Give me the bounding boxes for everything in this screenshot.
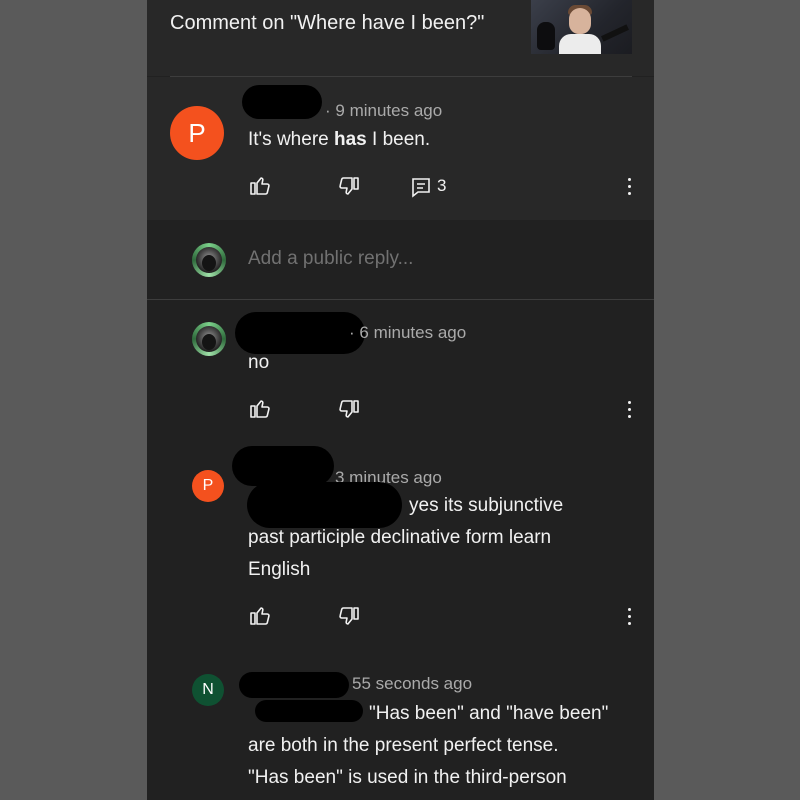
- thumb-up-icon[interactable]: [248, 603, 272, 627]
- redacted-text: [255, 700, 363, 722]
- comment-header: Comment on "Where have I been?": [147, 0, 654, 76]
- avatar[interactable]: P: [192, 470, 224, 502]
- avatar[interactable]: N: [192, 674, 224, 706]
- avatar-letter: N: [202, 681, 214, 698]
- comment-time: 55 seconds ago: [352, 674, 473, 693]
- reply-input[interactable]: Add a public reply...: [248, 248, 413, 270]
- header-title: Comment on "Where have I been?": [170, 12, 485, 34]
- more-vert-icon[interactable]: [624, 398, 634, 422]
- reply-item: N 55 seconds ago "Has been" and "have be…: [147, 650, 654, 800]
- comment-text-line: are both in the present perfect tense.: [248, 735, 559, 756]
- comment-time: · 6 minutes ago: [349, 323, 467, 342]
- avatar-letter: P: [202, 477, 214, 494]
- more-vert-icon[interactable]: [624, 605, 634, 629]
- thumb-down-icon[interactable]: [337, 398, 361, 422]
- cat-figure-icon: [537, 22, 555, 50]
- main-comment: P · 9 minutes ago It's where has I been.…: [147, 77, 654, 220]
- comment-text-line: English: [248, 559, 311, 580]
- user-avatar: [192, 243, 226, 277]
- avatar-letter: P: [188, 117, 206, 148]
- thumb-up-icon[interactable]: [248, 396, 272, 420]
- thumb-down-icon[interactable]: [337, 605, 361, 629]
- comment-text-line: "Has been" is used in the third-person: [248, 767, 567, 788]
- thumb-up-icon[interactable]: [248, 173, 272, 197]
- reply-item: P 3 minutes ago yes its subjunctive past…: [147, 440, 654, 650]
- comment-text: It's where has I been.: [248, 129, 431, 150]
- avatar[interactable]: P: [170, 106, 224, 160]
- redacted-username: [242, 85, 322, 119]
- comment-text-line: past participle declinative form learn: [248, 527, 552, 548]
- reply-count[interactable]: 3: [437, 176, 446, 196]
- avatar[interactable]: [192, 322, 226, 356]
- comment-text-line: yes its subjunctive: [409, 495, 564, 516]
- reply-item: · 6 minutes ago no: [147, 300, 654, 440]
- thumb-down-icon[interactable]: [337, 175, 361, 199]
- comment-text: no: [248, 352, 270, 373]
- more-vert-icon[interactable]: [624, 175, 634, 199]
- redacted-username: [232, 446, 334, 486]
- person-face: [569, 8, 591, 34]
- video-thumbnail[interactable]: [531, 0, 632, 54]
- comment-screen: Comment on "Where have I been?" P · 9 mi…: [147, 0, 654, 800]
- comment-time: · 9 minutes ago: [325, 101, 443, 120]
- reply-icon[interactable]: [409, 175, 433, 199]
- reply-box-row: Add a public reply...: [147, 220, 654, 300]
- redacted-username: [239, 672, 349, 698]
- comment-text-line: "Has been" and "have been": [369, 703, 609, 724]
